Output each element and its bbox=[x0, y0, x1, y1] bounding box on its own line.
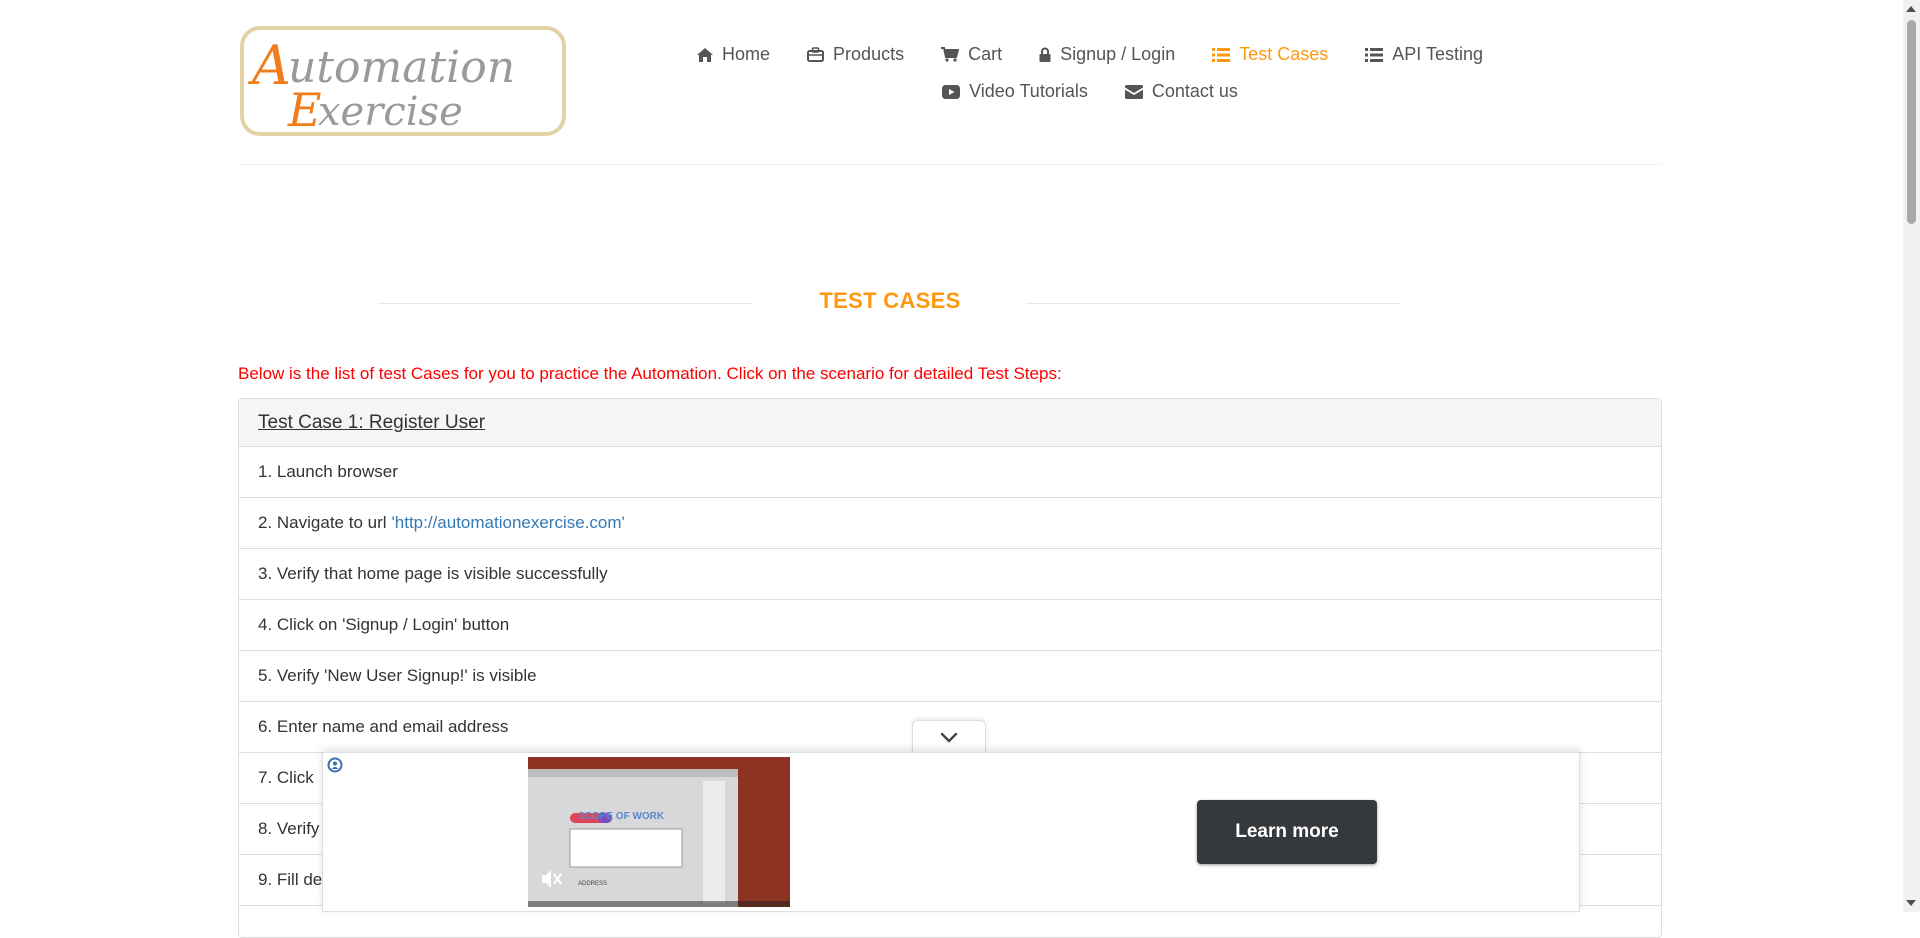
ad-video-frame: SCOPE OF WORK ADDRESS bbox=[528, 757, 790, 907]
ad-banner: SCOPE OF WORK ADDRESS Learn more bbox=[322, 752, 1580, 912]
scroll-down-arrow-icon[interactable] bbox=[1906, 900, 1916, 906]
nav-api-testing-label: API Testing bbox=[1392, 44, 1483, 64]
test-step-text: 9. Fill de bbox=[258, 870, 323, 889]
test-step: 2. Navigate to url 'http://automationexe… bbox=[239, 498, 1661, 549]
briefcase-icon bbox=[807, 47, 825, 62]
test-step: 5. Verify 'New User Signup!' is visible bbox=[239, 651, 1661, 702]
intro-text: Below is the list of test Cases for you … bbox=[238, 364, 1062, 383]
ad-video-heading: SCOPE OF WORK bbox=[578, 811, 665, 822]
nav-home-label: Home bbox=[722, 44, 771, 64]
test-step-text: 5. Verify 'New User Signup!' is visible bbox=[258, 666, 537, 685]
ad-learn-more-button[interactable]: Learn more bbox=[1197, 800, 1377, 864]
home-icon bbox=[697, 47, 714, 62]
logo-word-automation: utomation bbox=[288, 42, 515, 93]
logo-initial-e: E bbox=[287, 83, 322, 132]
test-step-text: 6. Enter name and email address bbox=[258, 717, 509, 736]
scroll-up-arrow-icon[interactable] bbox=[1906, 6, 1916, 12]
ad-privacy-icon[interactable] bbox=[327, 757, 343, 773]
logo-initial-a: A bbox=[247, 34, 291, 97]
test-step-text: 7. Click bbox=[258, 768, 314, 787]
list-icon bbox=[1365, 47, 1384, 62]
test-case-header: Test Case 1: Register User bbox=[239, 399, 1661, 447]
nav-test-cases-label: Test Cases bbox=[1239, 44, 1329, 64]
nav-video-tutorials[interactable]: Video Tutorials bbox=[942, 81, 1088, 102]
nav-contact-us[interactable]: Contact us bbox=[1124, 81, 1238, 102]
test-step: 1. Launch browser bbox=[239, 447, 1661, 498]
test-step-text: 4. Click on 'Signup / Login' button bbox=[258, 615, 510, 634]
lock-icon bbox=[1039, 47, 1051, 62]
nav-home[interactable]: Home bbox=[697, 44, 770, 65]
nav-products-label: Products bbox=[833, 44, 905, 64]
nav-test-cases[interactable]: Test Cases bbox=[1212, 44, 1328, 65]
title-line-right bbox=[1026, 303, 1400, 304]
test-step-text: 1. Launch browser bbox=[258, 462, 398, 481]
test-step-url-link[interactable]: 'http://automationexercise.com' bbox=[392, 513, 625, 533]
logo-word-exercise: xercise bbox=[318, 89, 463, 132]
nav-cart-label: Cart bbox=[968, 44, 1003, 64]
ad-video-address: ADDRESS bbox=[578, 881, 607, 887]
ad-video[interactable]: SCOPE OF WORK ADDRESS bbox=[528, 757, 790, 907]
scroll-thumb[interactable] bbox=[1907, 20, 1916, 224]
nav-cart[interactable]: Cart bbox=[941, 44, 1002, 65]
test-step-text: 3. Verify that home page is visible succ… bbox=[258, 564, 608, 583]
nav-api-testing[interactable]: API Testing bbox=[1365, 44, 1483, 65]
nav-contact-us-label: Contact us bbox=[1151, 81, 1238, 101]
nav-products[interactable]: Products bbox=[807, 44, 904, 65]
test-case-title-link[interactable]: Test Case 1: Register User bbox=[258, 412, 485, 434]
header-divider bbox=[238, 164, 1662, 165]
main-nav: Home Products Cart Signup / Login Test C… bbox=[697, 36, 1483, 110]
test-step-text: 2. Navigate to url bbox=[258, 513, 387, 532]
page-title: TEST CASES bbox=[819, 288, 961, 313]
nav-row-1: Home Products Cart Signup / Login Test C… bbox=[697, 36, 1483, 73]
nav-video-tutorials-label: Video Tutorials bbox=[969, 81, 1088, 101]
cart-icon bbox=[941, 47, 960, 62]
site-logo[interactable]: A utomation E xercise bbox=[240, 26, 566, 136]
chevron-down-icon bbox=[940, 732, 958, 743]
nav-signup-login[interactable]: Signup / Login bbox=[1039, 44, 1175, 65]
test-step-text: 8. Verify bbox=[258, 819, 320, 838]
test-step: 3. Verify that home page is visible succ… bbox=[239, 549, 1661, 600]
list-icon bbox=[1212, 47, 1231, 62]
youtube-icon bbox=[942, 84, 961, 99]
envelope-icon bbox=[1124, 84, 1143, 99]
test-step: 4. Click on 'Signup / Login' button bbox=[239, 600, 1661, 651]
nav-signup-login-label: Signup / Login bbox=[1060, 44, 1176, 64]
nav-row-2: Video Tutorials Contact us bbox=[700, 73, 1480, 110]
page-scrollbar[interactable] bbox=[1903, 0, 1920, 912]
ad-collapse-toggle[interactable] bbox=[912, 720, 986, 753]
